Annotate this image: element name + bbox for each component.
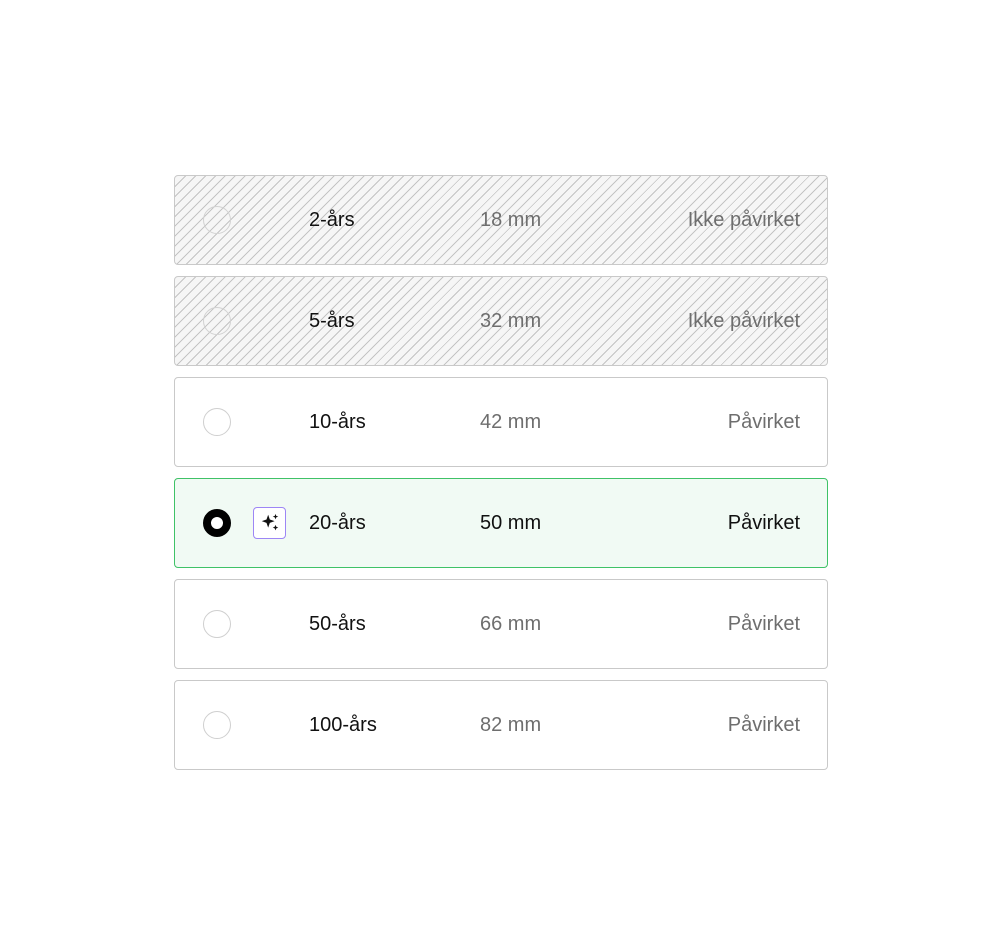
option-row-5-ars: 5-års 32 mm Ikke påvirket <box>174 276 828 366</box>
radio-button <box>203 307 231 335</box>
radio-button-selected[interactable] <box>203 509 231 537</box>
depth-value: 32 mm <box>480 310 542 332</box>
return-period-list: 2-års 18 mm Ikke påvirket 5-års 32 mm Ik… <box>174 175 828 781</box>
depth-value: 18 mm <box>480 209 542 231</box>
option-row-2-ars: 2-års 18 mm Ikke påvirket <box>174 175 828 265</box>
depth-value: 82 mm <box>480 714 542 736</box>
option-row-50-ars[interactable]: 50-års 66 mm Påvirket <box>174 579 828 669</box>
period-label: 2-års <box>309 209 355 231</box>
sparkles-icon <box>261 513 278 531</box>
period-label: 10-års <box>309 411 366 433</box>
option-row-20-ars[interactable]: 20-års 50 mm Påvirket <box>174 478 828 568</box>
depth-value: 66 mm <box>480 613 542 635</box>
status-label: Ikke påvirket <box>687 310 800 332</box>
status-label: Påvirket <box>727 613 800 635</box>
option-row-100-ars[interactable]: 100-års 82 mm Påvirket <box>174 680 828 770</box>
depth-value: 42 mm <box>480 411 542 433</box>
status-label: Påvirket <box>727 714 800 736</box>
radio-button[interactable] <box>203 408 231 436</box>
status-label: Påvirket <box>727 512 800 534</box>
period-label: 20-års <box>309 512 366 534</box>
period-label: 5-års <box>309 310 355 332</box>
radio-button[interactable] <box>203 610 231 638</box>
ai-recommended-badge <box>253 507 286 539</box>
radio-button[interactable] <box>203 711 231 739</box>
status-label: Ikke påvirket <box>687 209 800 231</box>
period-label: 100-års <box>309 714 377 736</box>
depth-value: 50 mm <box>480 512 542 534</box>
period-label: 50-års <box>309 613 366 635</box>
status-label: Påvirket <box>727 411 800 433</box>
radio-button <box>203 206 231 234</box>
option-row-10-ars[interactable]: 10-års 42 mm Påvirket <box>174 377 828 467</box>
